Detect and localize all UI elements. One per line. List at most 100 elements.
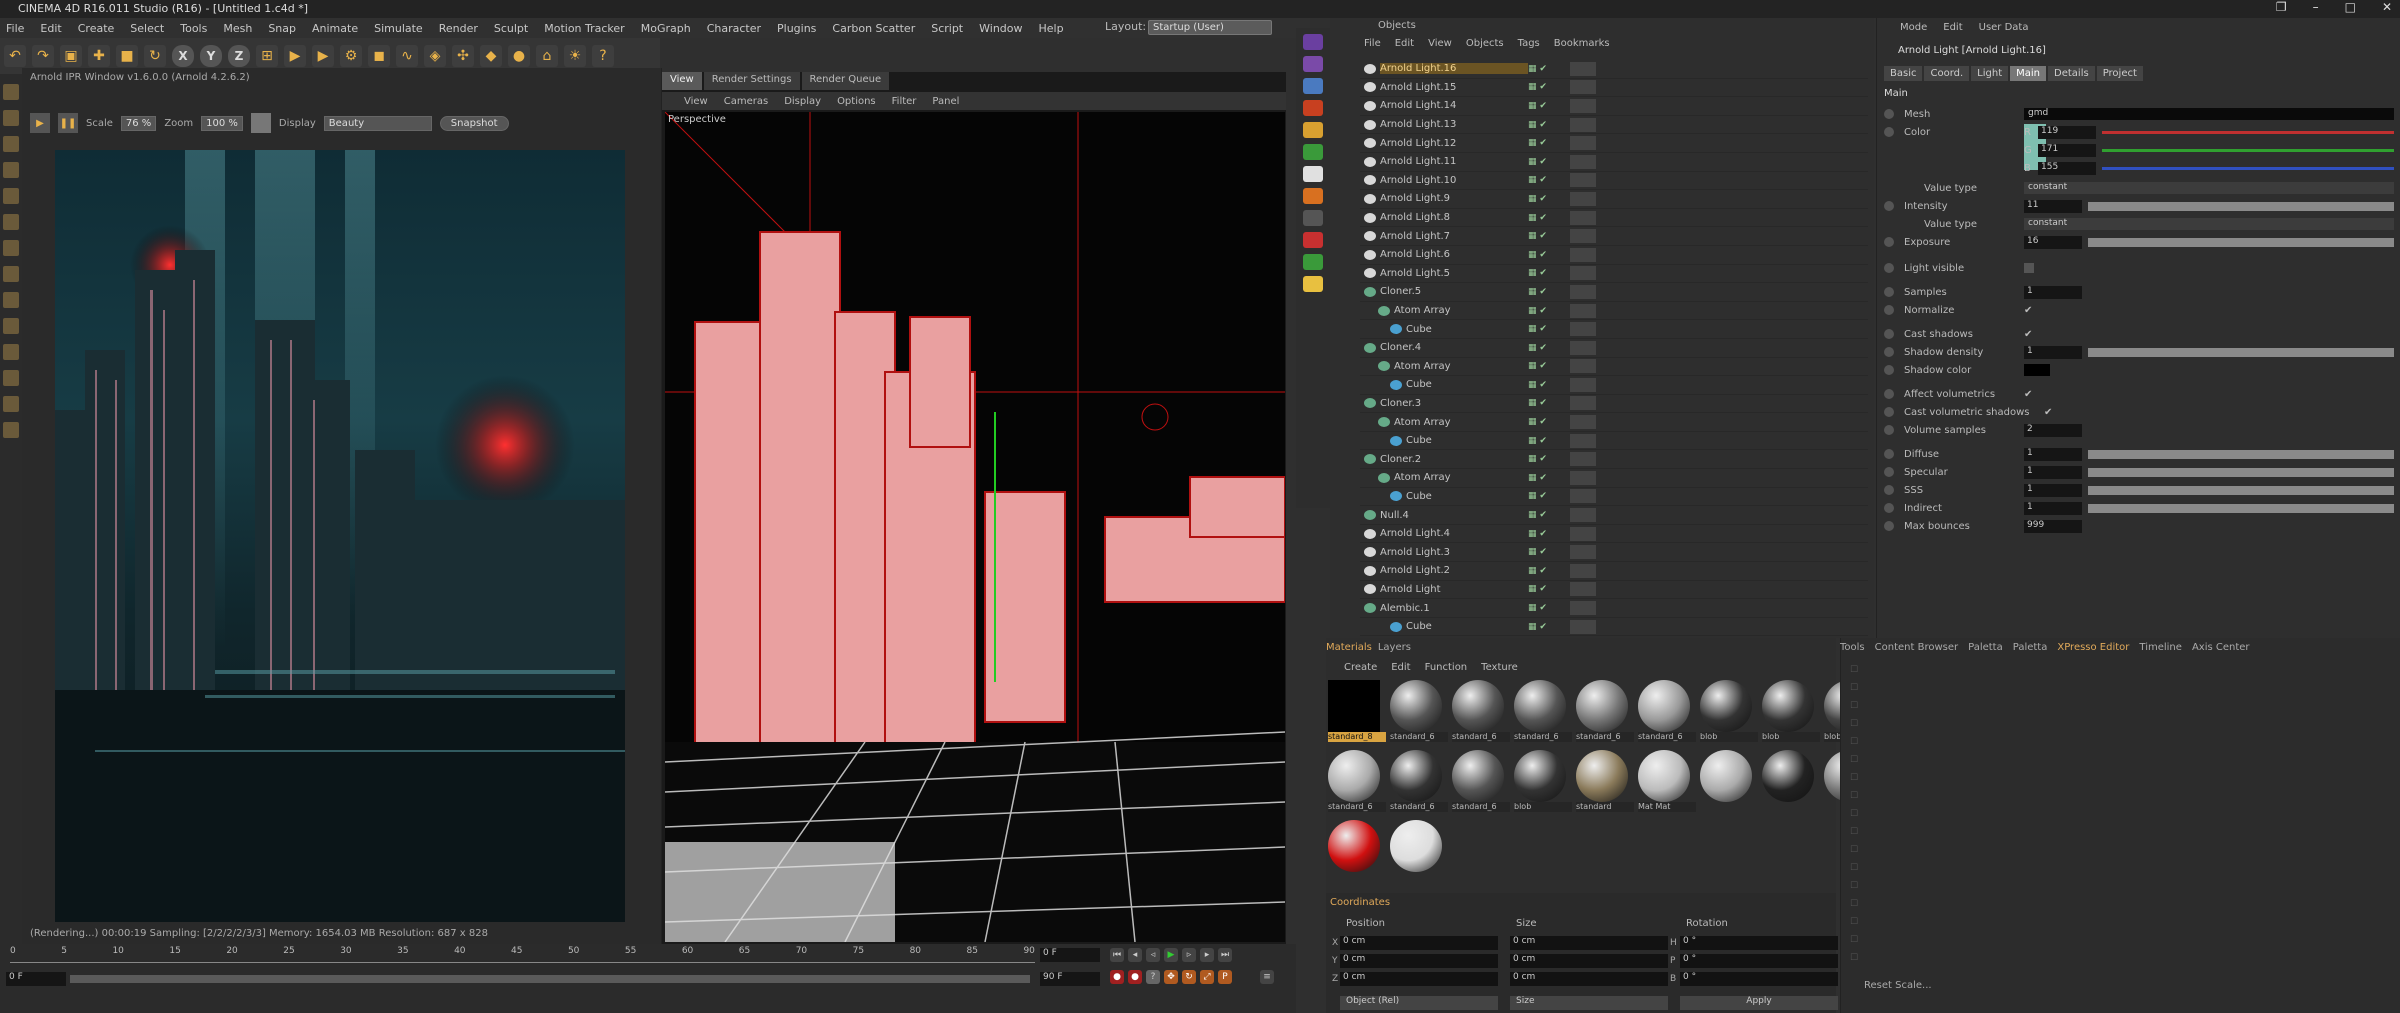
menu-motion-tracker[interactable]: Motion Tracker [544,22,624,35]
visibility-flags-icon[interactable]: ▦ ✔ [1528,622,1568,632]
maximize-icon[interactable]: □ [2345,0,2356,18]
attributes-menu-mode[interactable]: Mode [1900,22,1927,33]
object-row[interactable]: Arnold Light.7 ▦ ✔ [1360,227,1868,246]
tab-view[interactable]: View [662,72,702,90]
select-icon[interactable]: ▣ [60,45,82,67]
material-swatch[interactable]: standard_6 [1576,680,1634,752]
material-swatch[interactable]: standard_6 [1452,750,1510,822]
object-row[interactable]: Cloner.4 ▦ ✔ [1360,339,1868,358]
menu-mesh[interactable]: Mesh [223,22,252,35]
tag-slot[interactable] [1570,452,1596,467]
size-mode-select[interactable]: Size [1510,996,1668,1010]
object-row[interactable]: Arnold Light.13 ▦ ✔ [1360,116,1868,135]
display-select[interactable]: Beauty [323,115,432,131]
tag-slot[interactable] [1570,340,1596,355]
value-type-select[interactable]: constant [2024,218,2394,230]
content-tab-5[interactable]: Timeline [2139,642,2182,653]
content-tab-6[interactable]: Axis Center [2192,642,2250,653]
object-row[interactable]: Arnold Light.5 ▦ ✔ [1360,265,1868,284]
material-menu-create[interactable]: Create [1344,662,1377,673]
plugin-icon-12[interactable] [1303,276,1323,292]
rotation-field[interactable]: 0 ° [1680,954,1838,968]
nurbs-icon[interactable]: ◈ [424,45,446,67]
object-row[interactable]: Cloner.3 ▦ ✔ [1360,395,1868,414]
visibility-flags-icon[interactable]: ▦ ✔ [1528,584,1568,594]
rgb-channel-field[interactable]: 119 [2038,125,2096,139]
objects-menu-view[interactable]: View [1428,38,1452,56]
attr-tab-main[interactable]: Main [2010,66,2047,81]
exposure-slider[interactable] [2088,237,2394,247]
record-icon[interactable]: ● [1110,970,1124,984]
anim-dot-icon[interactable] [1884,467,1894,477]
object-row[interactable]: Cube ▦ ✔ [1360,618,1868,637]
lock-icon[interactable] [3,318,19,334]
shadow-color-swatch[interactable] [2024,364,2050,376]
tag-slot[interactable] [1570,154,1596,169]
plugin-icon-7[interactable] [1303,166,1323,182]
menu-carbon-scatter[interactable]: Carbon Scatter [832,22,915,35]
material-swatch[interactable]: blob [1762,680,1820,752]
model-mode-icon[interactable] [3,84,19,100]
rgb-channel-slider[interactable] [2102,148,2394,152]
visibility-flags-icon[interactable]: ▦ ✔ [1528,287,1568,297]
size-field[interactable]: 0 cm [1510,954,1668,968]
visibility-flags-icon[interactable]: ▦ ✔ [1528,398,1568,408]
content-tab-1[interactable]: Content Browser [1875,642,1958,653]
object-row[interactable]: Arnold Light.3 ▦ ✔ [1360,543,1868,563]
help-icon[interactable]: ? [592,45,614,67]
visibility-flags-icon[interactable]: ▦ ✔ [1528,473,1568,483]
material-swatch[interactable]: standard_6 [1390,680,1448,752]
undo-icon[interactable]: ↶ [4,45,26,67]
param-key-icon[interactable]: P [1218,970,1232,984]
prev-frame-icon[interactable]: ◃ [1146,948,1160,962]
object-row[interactable]: Arnold Light.10 ▦ ✔ [1360,172,1868,191]
object-row[interactable]: Alembic.1 ▦ ✔ [1360,599,1868,618]
rotation-field[interactable]: 0 ° [1680,936,1838,950]
autokey-icon[interactable]: ● [1128,970,1142,984]
tag-slot[interactable] [1570,136,1596,151]
plugin-icon-2[interactable] [1303,56,1323,72]
timeline-ruler[interactable]: 0 5 10 15 20 25 30 35 40 45 50 55 60 65 70 75 80 85 90 [10,946,1035,962]
end-frame-field[interactable]: 90 F [1040,972,1100,986]
object-row[interactable]: Atom Array ▦ ✔ [1360,302,1868,321]
scale-field[interactable]: 76 % [120,115,157,131]
menu-snap[interactable]: Snap [268,22,296,35]
anim-dot-icon[interactable] [1884,503,1894,513]
max-bounces-field[interactable]: 999 [2024,519,2082,533]
scene-icon[interactable]: ● [508,45,530,67]
material-swatch[interactable]: standard [1576,750,1634,822]
shadow-density-slider[interactable] [2088,347,2394,357]
material-swatch[interactable]: standard_8 [1328,680,1386,752]
visibility-flags-icon[interactable]: ▦ ✔ [1528,491,1568,501]
tag-slot[interactable] [1570,210,1596,225]
cube-icon[interactable]: ◼ [368,45,390,67]
diffuse-slider[interactable] [2088,449,2394,459]
object-row[interactable]: Cube ▦ ✔ [1360,320,1868,339]
tag-slot[interactable] [1570,173,1596,188]
menu-window[interactable]: Window [979,22,1022,35]
coord-system-icon[interactable]: ⊞ [256,45,278,67]
attr-tab-project[interactable]: Project [2096,66,2143,81]
material-swatch[interactable] [1328,820,1386,892]
visibility-flags-icon[interactable]: ▦ ✔ [1528,268,1568,278]
z-axis-icon[interactable]: Z [228,45,250,67]
object-row[interactable]: Cloner.2 ▦ ✔ [1360,450,1868,470]
anim-dot-icon[interactable] [1884,127,1894,137]
affect-volumetrics-checkbox[interactable]: ✔ [2024,389,2032,400]
object-row[interactable]: Arnold Light.8 ▦ ✔ [1360,209,1868,228]
range-slider[interactable] [70,975,1030,983]
tag-slot[interactable] [1570,229,1596,244]
snapshot-button[interactable]: Snapshot [439,115,509,131]
tag-slot[interactable] [1570,582,1596,597]
polygons-mode-icon[interactable] [3,214,19,230]
position-field[interactable]: 0 cm [1340,954,1498,968]
material-tab-materials[interactable]: Materials [1326,642,1372,653]
viewport-menu-cameras[interactable]: Cameras [724,96,768,107]
menu-edit[interactable]: Edit [40,22,61,35]
plugin-icon-1[interactable] [1303,34,1323,50]
object-row[interactable]: Atom Array ▦ ✔ [1360,469,1868,488]
position-field[interactable]: 0 cm [1340,936,1498,950]
prev-key-icon[interactable]: ◂ [1128,948,1142,962]
rgb-channel-slider[interactable] [2102,130,2394,134]
object-row[interactable]: Arnold Light.15 ▦ ✔ [1360,79,1868,98]
